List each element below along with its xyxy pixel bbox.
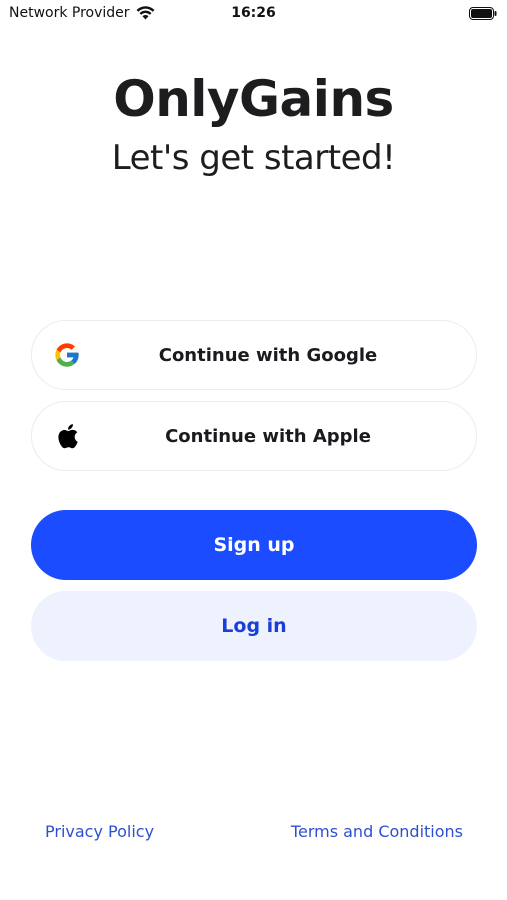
apple-logo-icon: [53, 422, 81, 450]
apple-button-label: Continue with Apple: [165, 425, 371, 447]
app-title: OnlyGains: [113, 70, 394, 128]
login-screen: Network Provider 16:26 OnlyGains Let's g…: [0, 0, 507, 900]
sign-up-button[interactable]: Sign up: [31, 510, 477, 580]
status-time: 16:26: [231, 5, 276, 21]
log-in-button[interactable]: Log in: [31, 591, 477, 661]
continue-with-apple-button[interactable]: Continue with Apple: [31, 401, 477, 471]
battery-icon: [469, 7, 497, 20]
log-in-label: Log in: [221, 615, 287, 637]
page-subtitle: Let's get started!: [111, 138, 396, 178]
terms-and-conditions-link[interactable]: Terms and Conditions: [291, 822, 463, 841]
google-button-label: Continue with Google: [158, 344, 378, 366]
sign-up-label: Sign up: [213, 534, 295, 556]
privacy-policy-link[interactable]: Privacy Policy: [45, 822, 154, 841]
google-logo-icon: [53, 341, 81, 369]
status-bar: Network Provider 16:26: [0, 0, 507, 28]
continue-with-google-button[interactable]: Continue with Google: [31, 320, 477, 390]
